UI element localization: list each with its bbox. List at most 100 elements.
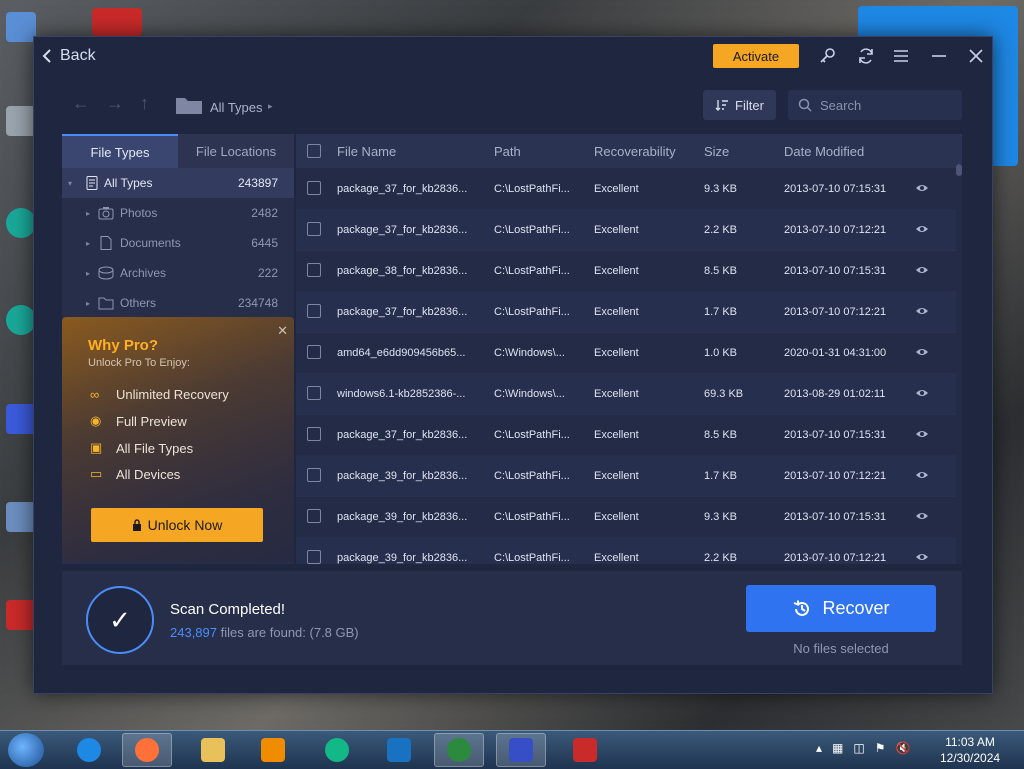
eye-icon[interactable] — [915, 470, 929, 480]
volume-muted-icon[interactable]: 🔇 — [895, 741, 910, 755]
chevron-left-icon — [42, 49, 51, 63]
row-checkbox[interactable] — [307, 263, 321, 277]
recovery-app-icon[interactable] — [496, 733, 546, 767]
recycle-bin-icon[interactable] — [6, 106, 36, 136]
menu-icon[interactable] — [890, 45, 912, 67]
activate-button[interactable]: Activate — [713, 44, 799, 68]
desktop-app-icon[interactable] — [6, 502, 36, 532]
table-row[interactable]: package_37_for_kb2836... C:\LostPathFi...… — [296, 168, 956, 210]
shield-app-icon[interactable] — [434, 733, 484, 767]
key-icon[interactable] — [817, 45, 839, 67]
eye-icon[interactable] — [915, 265, 929, 275]
sidebar-item-all-types[interactable]: ▾ All Types 243897 — [62, 168, 294, 198]
browser-app-icon[interactable] — [312, 733, 362, 767]
desktop-app-icon[interactable] — [6, 305, 36, 335]
eye-icon[interactable] — [915, 183, 929, 193]
eye-icon[interactable] — [915, 552, 929, 562]
column-header-date-modified[interactable]: Date Modified — [784, 144, 864, 159]
back-label: Back — [60, 47, 96, 64]
chevron-right-icon[interactable]: ▸ — [86, 299, 90, 308]
table-row[interactable]: windows6.1-kb2852386-... C:\Windows\... Ex… — [296, 373, 956, 415]
refresh-icon[interactable] — [855, 45, 877, 67]
column-header-size[interactable]: Size — [704, 144, 729, 159]
screen-recorder-icon[interactable] — [560, 733, 610, 767]
row-checkbox[interactable] — [307, 427, 321, 441]
row-checkbox[interactable] — [307, 509, 321, 523]
eye-icon[interactable] — [915, 347, 929, 357]
unlock-now-button[interactable]: Unlock Now — [91, 508, 263, 542]
select-all-checkbox[interactable] — [307, 144, 321, 158]
column-header-file-name[interactable]: File Name — [337, 144, 396, 159]
arrow-right-icon[interactable]: → — [106, 93, 124, 114]
row-checkbox[interactable] — [307, 345, 321, 359]
column-header-recoverability[interactable]: Recoverability — [594, 144, 676, 159]
path-cell: C:\LostPathFi... — [494, 264, 570, 277]
row-checkbox[interactable] — [307, 222, 321, 236]
computer-icon[interactable] — [6, 12, 36, 42]
desktop-app-icon[interactable] — [6, 600, 36, 630]
table-row[interactable]: package_38_for_kb2836... C:\LostPathFi...… — [296, 250, 956, 292]
table-row[interactable]: amd64_e6dd909456b65... C:\Windows\... Exce… — [296, 332, 956, 374]
sidebar-item-documents[interactable]: ▸ Documents 6445 — [62, 228, 294, 258]
table-row[interactable]: package_37_for_kb2836... C:\LostPathFi...… — [296, 209, 956, 251]
minimize-icon[interactable] — [928, 45, 950, 67]
search-input[interactable]: Search — [788, 90, 962, 120]
table-row[interactable]: package_39_for_kb2836... C:\LostPathFi...… — [296, 455, 956, 497]
desktop-app-icon[interactable] — [92, 8, 142, 36]
sidebar-item-photos[interactable]: ▸ Photos 2482 — [62, 198, 294, 228]
close-icon[interactable]: ✕ — [277, 323, 288, 339]
filter-button[interactable]: Filter — [703, 90, 776, 120]
chevron-right-icon[interactable]: ▸ — [268, 101, 273, 112]
clock[interactable]: 11:03 AM 12/30/2024 — [940, 734, 1000, 766]
sidebar-item-archives[interactable]: ▸ Archives 222 — [62, 258, 294, 288]
chevron-down-icon[interactable]: ▾ — [68, 179, 72, 188]
arrow-left-icon[interactable]: ← — [72, 93, 90, 114]
document-icon — [86, 176, 98, 190]
network-icon[interactable]: ◫ — [853, 741, 864, 755]
eye-icon[interactable] — [915, 224, 929, 234]
scrollbar-thumb[interactable] — [956, 164, 962, 176]
arrow-up-icon[interactable]: ↑ — [140, 93, 149, 114]
security-app-icon[interactable] — [374, 733, 424, 767]
back-button[interactable]: Back — [42, 47, 96, 65]
eye-icon[interactable] — [915, 511, 929, 521]
close-icon[interactable] — [965, 45, 987, 67]
chevron-right-icon[interactable]: ▸ — [86, 239, 90, 248]
eye-icon[interactable] — [915, 429, 929, 439]
desktop-app-icon[interactable] — [6, 404, 36, 434]
table-row[interactable]: package_37_for_kb2836... C:\LostPathFi...… — [296, 291, 956, 333]
eye-icon[interactable] — [915, 306, 929, 316]
archive-icon — [98, 266, 114, 280]
breadcrumb[interactable]: All Types — [210, 100, 263, 115]
recover-button[interactable]: Recover — [746, 585, 936, 632]
chevron-right-icon[interactable]: ▸ — [86, 209, 90, 218]
row-checkbox[interactable] — [307, 386, 321, 400]
eye-icon[interactable] — [915, 388, 929, 398]
flag-icon[interactable]: ⚑ — [875, 741, 886, 755]
file-table: File Name Path Recoverability Size Date … — [296, 134, 962, 564]
table-row[interactable]: package_39_for_kb2836... C:\LostPathFi...… — [296, 537, 956, 564]
tab-file-types[interactable]: File Types — [62, 134, 178, 168]
chevron-up-icon[interactable]: ▴ — [816, 741, 822, 755]
action-center-icon[interactable]: ▦ — [832, 741, 843, 755]
column-header-path[interactable]: Path — [494, 144, 521, 159]
scrollbar[interactable] — [956, 164, 962, 564]
date-modified-cell: 2013-07-10 07:12:21 — [784, 551, 887, 564]
row-checkbox[interactable] — [307, 304, 321, 318]
file-explorer-icon[interactable] — [188, 733, 238, 767]
internet-explorer-icon[interactable] — [64, 733, 114, 767]
lock-icon — [132, 519, 141, 531]
table-row[interactable]: package_39_for_kb2836... C:\LostPathFi...… — [296, 496, 956, 538]
start-button[interactable] — [8, 733, 44, 767]
sidebar-item-others[interactable]: ▸ Others 234748 — [62, 288, 294, 318]
table-row[interactable]: package_37_for_kb2836... C:\LostPathFi...… — [296, 414, 956, 456]
recoverability-cell: Excellent — [594, 469, 639, 482]
desktop-app-icon[interactable] — [6, 208, 36, 238]
media-player-icon[interactable] — [248, 733, 298, 767]
row-checkbox[interactable] — [307, 468, 321, 482]
row-checkbox[interactable] — [307, 181, 321, 195]
firefox-icon[interactable] — [122, 733, 172, 767]
row-checkbox[interactable] — [307, 550, 321, 564]
tab-file-locations[interactable]: File Locations — [178, 134, 294, 168]
chevron-right-icon[interactable]: ▸ — [86, 269, 90, 278]
